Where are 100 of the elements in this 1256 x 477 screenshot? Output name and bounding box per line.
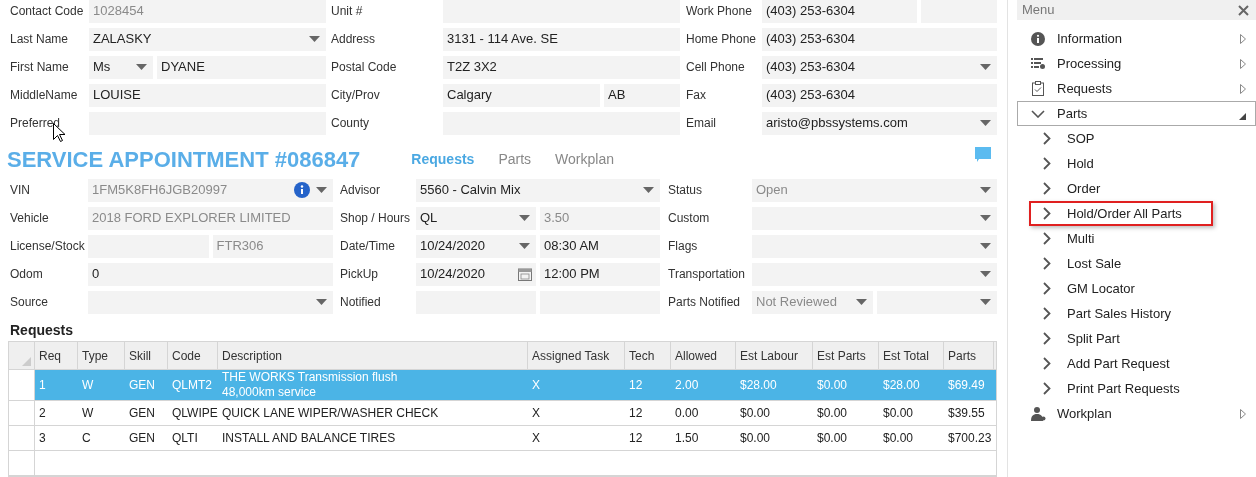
dropdown-caret-icon[interactable] xyxy=(316,187,327,193)
chevron-down-icon[interactable] xyxy=(1031,109,1045,118)
table-cell: QLWIPE xyxy=(172,405,218,421)
dropdown-caret-icon[interactable] xyxy=(980,120,991,126)
menu-item[interactable]: Workplan xyxy=(1017,401,1256,426)
dropdown-caret-icon[interactable] xyxy=(980,187,991,193)
column-header[interactable]: Tech xyxy=(625,342,671,369)
submenu-item[interactable]: Multi xyxy=(1029,226,1213,251)
column-header[interactable]: Est Labour xyxy=(736,342,813,369)
input-field[interactable]: 12:00 PM xyxy=(540,262,660,286)
submenu-item[interactable]: Hold/Order All Parts xyxy=(1029,201,1213,226)
info-icon xyxy=(1031,31,1045,46)
column-header[interactable]: Type xyxy=(78,342,125,369)
submenu-item[interactable]: Order xyxy=(1029,176,1213,201)
column-header[interactable]: Parts xyxy=(944,342,994,369)
table-cell: 0.00 xyxy=(675,405,699,421)
input-field[interactable]: (403) 253-6304 xyxy=(762,83,997,107)
dropdown-caret-icon[interactable] xyxy=(519,215,530,221)
expand-arrow-icon[interactable] xyxy=(1240,58,1246,69)
menu-item[interactable]: Requests xyxy=(1017,76,1256,101)
field-label: Status xyxy=(668,182,704,199)
date-field[interactable]: 10/24/2020 xyxy=(416,262,536,286)
dropdown-field[interactable]: 5560 - Calvin Mix xyxy=(416,178,660,202)
submenu-item[interactable]: Add Part Request xyxy=(1029,351,1213,376)
chevron-right-icon xyxy=(1043,232,1051,245)
input-field[interactable]: T2Z 3X2 xyxy=(443,55,680,79)
field-label: Shop / Hours xyxy=(340,210,412,227)
dropdown-field[interactable] xyxy=(752,206,997,230)
clipboard-check-icon xyxy=(1032,81,1044,96)
submenu-item[interactable]: SOP xyxy=(1029,126,1213,151)
dropdown-field[interactable]: Ms xyxy=(89,55,153,79)
submenu-item[interactable]: GM Locator xyxy=(1029,276,1213,301)
field-label: Date/Time xyxy=(340,238,396,255)
dropdown-field[interactable] xyxy=(752,234,997,258)
dropdown-caret-icon[interactable] xyxy=(980,271,991,277)
dropdown-caret-icon[interactable] xyxy=(980,299,991,305)
column-header[interactable]: Est Total xyxy=(879,342,944,369)
dropdown-caret-icon[interactable] xyxy=(519,243,530,249)
submenu-item[interactable]: Part Sales History xyxy=(1029,301,1213,326)
dropdown-caret-icon[interactable] xyxy=(980,215,991,221)
table-cell: 1 xyxy=(39,377,46,393)
table-cell: 3 xyxy=(39,430,46,446)
dropdown-field[interactable] xyxy=(876,290,997,314)
input-field[interactable]: (403) 253-6304 xyxy=(762,0,917,23)
table-cell: X xyxy=(532,377,540,393)
input-field[interactable]: 0 xyxy=(88,262,333,286)
input-field[interactable]: AB xyxy=(604,83,680,107)
menu-item[interactable]: Processing xyxy=(1017,51,1256,76)
dropdown-field[interactable]: aristo@pbssystems.com xyxy=(762,111,997,135)
dropdown-field[interactable] xyxy=(88,290,333,314)
input-field[interactable]: 08:30 AM xyxy=(540,234,660,258)
dropdown-field[interactable] xyxy=(752,262,997,286)
submenu-item[interactable]: Print Part Requests xyxy=(1029,376,1213,401)
column-header[interactable]: Description xyxy=(218,342,528,369)
table-cell: QUICK LANE WIPER/WASHER CHECK xyxy=(222,405,439,421)
chat-icon[interactable] xyxy=(975,146,991,163)
dropdown-caret-icon[interactable] xyxy=(980,64,991,70)
column-header[interactable]: Req xyxy=(35,342,78,369)
close-icon[interactable] xyxy=(1238,4,1249,16)
tab[interactable]: Workplan xyxy=(555,149,614,170)
submenu-item[interactable]: Hold xyxy=(1029,151,1213,176)
column-header[interactable]: Code xyxy=(168,342,218,369)
column-header[interactable]: Allowed xyxy=(671,342,736,369)
field-label: Parts Notified xyxy=(668,294,742,311)
input-field[interactable]: DYANE xyxy=(157,55,326,79)
column-header[interactable]: Est Parts xyxy=(813,342,879,369)
expand-arrow-icon[interactable] xyxy=(1240,408,1246,419)
input-field[interactable]: 3131 - 114 Ave. SE xyxy=(443,27,680,51)
expand-arrow-icon[interactable] xyxy=(1240,83,1246,94)
dropdown-caret-icon[interactable] xyxy=(316,299,327,305)
calendar-icon[interactable] xyxy=(518,267,532,281)
input-field[interactable]: (403) 253-6304 xyxy=(762,27,997,51)
dropdown-field[interactable]: ZALASKY xyxy=(89,27,326,51)
menu-item[interactable]: Information xyxy=(1017,26,1256,51)
column-header[interactable]: Skill xyxy=(125,342,168,369)
input-field[interactable]: Calgary xyxy=(443,83,600,107)
dropdown-field[interactable]: QL xyxy=(416,206,536,230)
dropdown-caret-icon[interactable] xyxy=(855,299,867,305)
dropdown-field[interactable]: 10/24/2020 xyxy=(416,234,536,258)
submenu-item[interactable]: Split Part xyxy=(1029,326,1213,351)
menu-item[interactable]: Parts xyxy=(1017,101,1256,126)
dropdown-field[interactable]: (403) 253-6304 xyxy=(762,55,997,79)
column-header[interactable]: Assigned Task xyxy=(528,342,625,369)
table-cell: $39.55 xyxy=(948,405,985,421)
input-field[interactable]: LOUISE xyxy=(89,83,326,107)
table-row[interactable]: 2 W GEN QLWIPE QUICK LANE WIPER/WASHER CHECK X 12 0.00 $0.00 $0.00 $0.00 $39.55 xyxy=(9,401,996,426)
table-cell: THE WORKS Transmission flush 48,000km service xyxy=(222,370,398,400)
tab[interactable]: Parts xyxy=(498,149,532,170)
table-cell: 12 xyxy=(629,405,643,421)
dropdown-caret-icon[interactable] xyxy=(980,243,991,249)
info-icon[interactable] xyxy=(294,182,310,198)
dropdown-caret-icon[interactable] xyxy=(643,187,654,193)
table-cell: GEN xyxy=(129,377,155,393)
expand-arrow-icon[interactable] xyxy=(1240,33,1246,44)
dropdown-caret-icon[interactable] xyxy=(309,36,320,42)
submenu-item[interactable]: Lost Sale xyxy=(1029,251,1213,276)
field-label: VIN xyxy=(10,182,31,199)
dropdown-caret-icon[interactable] xyxy=(136,64,147,70)
field-label: Notified xyxy=(340,294,382,311)
table-row[interactable]: 3 C GEN QLTI INSTALL AND BALANCE TIRES X 12 1.50 $0.00 $0.00 $0.00 $700.23 xyxy=(9,426,996,451)
